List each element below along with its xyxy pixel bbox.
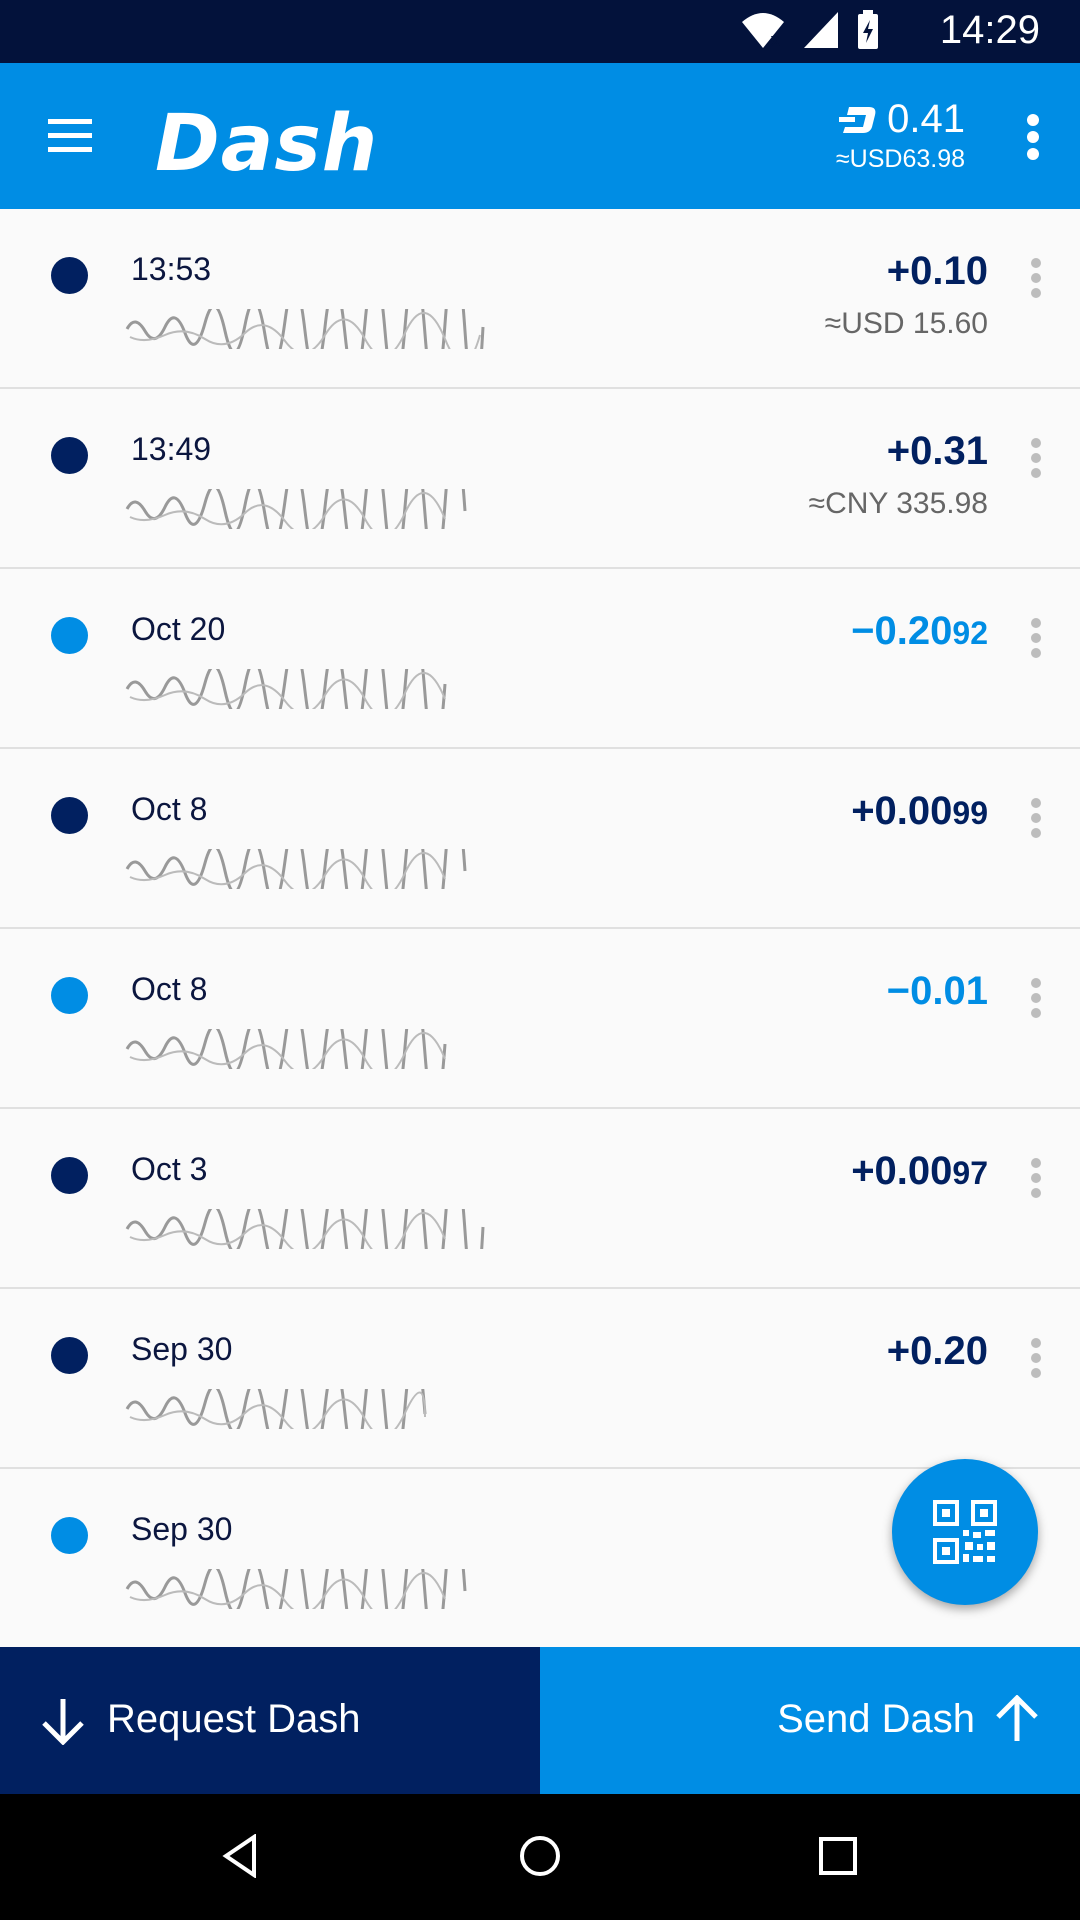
menu-icon[interactable] [40,111,100,161]
more-vert-icon[interactable] [1030,617,1042,659]
more-vert-icon[interactable] [1030,1337,1042,1379]
direction-dot [51,437,88,474]
direction-dot [51,617,88,654]
transaction-amount: +0.20 [886,1329,988,1373]
wallet-balance[interactable]: 0.41 ≈USD63.98 [836,97,965,174]
direction-dot [51,977,88,1014]
obscured-address [125,1389,427,1429]
direction-dot [51,797,88,834]
transaction-date: Oct 8 [131,971,208,1007]
request-dash-label: Request Dash [107,1697,361,1741]
transaction-amount: −0.2092 [851,609,988,653]
direction-dot [51,1517,88,1554]
transaction-row[interactable]: 13:53 +0.10 ≈USD 15.60 [0,209,1080,389]
transaction-amount: +0.10 [886,249,988,293]
more-vert-icon[interactable] [1030,797,1042,839]
dash-logo: Dash [155,99,379,189]
status-bar: x 14:29 [0,0,1080,63]
balance-fiat-value: 63.98 [902,145,965,173]
obscured-address [125,669,447,709]
transaction-row[interactable]: Oct 8 +0.0099 [0,749,1080,929]
transaction-row[interactable]: Oct 8 −0.01 [0,929,1080,1109]
balance-amount: 0.41 [887,97,965,141]
dash-currency-icon [839,106,876,133]
transaction-row[interactable]: 13:49 +0.31 ≈CNY 335.98 [0,389,1080,569]
obscured-address [125,309,485,349]
obscured-address [125,1209,485,1249]
obscured-address [125,489,467,529]
scan-qr-button[interactable] [892,1459,1038,1605]
more-vert-icon[interactable] [1030,257,1042,299]
balance-fiat-prefix: ≈USD [835,145,903,173]
transaction-date: 13:53 [131,251,212,287]
system-nav-bar [0,1794,1080,1920]
transaction-amount: +0.0099 [851,789,988,833]
transaction-row[interactable]: Oct 3 +0.0097 [0,1109,1080,1289]
recents-icon[interactable] [818,1836,858,1876]
transaction-date: Sep 30 [131,1511,233,1547]
transaction-amount: +0.31 [886,429,988,473]
direction-dot [51,257,88,294]
app-bar: Dash 0.41 ≈USD63.98 [0,63,1080,209]
obscured-address [125,849,467,889]
status-time: 14:29 [939,8,1040,52]
home-icon[interactable] [518,1834,562,1878]
send-dash-label: Send Dash [777,1697,975,1741]
transaction-date: Oct 3 [131,1151,208,1187]
transaction-row[interactable]: Oct 20 −0.2092 [0,569,1080,749]
wifi-off-icon: x [742,13,784,50]
send-dash-button[interactable]: Send Dash [540,1647,1080,1794]
arrow-up-icon [996,1695,1038,1741]
more-vert-icon[interactable] [1030,977,1042,1019]
signal-icon [804,12,838,48]
more-vert-icon[interactable] [1030,437,1042,479]
obscured-address [125,1029,447,1069]
transaction-date: Sep 30 [131,1331,233,1367]
battery-charging-icon [858,10,878,49]
transaction-amount: −0.01 [886,969,988,1013]
transaction-fiat: ≈CNY 335.98 [808,487,988,520]
svg-text:x: x [770,30,781,50]
back-icon[interactable] [222,1834,258,1878]
direction-dot [51,1157,88,1194]
obscured-address [125,1569,467,1609]
arrow-down-icon [42,1699,84,1745]
status-icons: x [740,10,880,50]
qr-code-icon [933,1500,997,1564]
request-dash-button[interactable]: Request Dash [0,1647,540,1794]
direction-dot [51,1337,88,1374]
more-vert-icon[interactable] [1030,1157,1042,1199]
transaction-date: 13:49 [131,431,212,467]
more-vert-icon[interactable] [1026,113,1040,161]
transaction-amount: +0.0097 [851,1149,988,1193]
transaction-list: 13:53 +0.10 ≈USD 15.60 13:49 +0.31 ≈CNY … [0,209,1080,1647]
transaction-date: Oct 8 [131,791,208,827]
transaction-row[interactable]: Sep 30 +0.20 [0,1289,1080,1469]
bottom-action-bar: Request Dash Send Dash [0,1647,1080,1794]
transaction-date: Oct 20 [131,611,226,647]
transaction-fiat: ≈USD 15.60 [824,307,988,340]
